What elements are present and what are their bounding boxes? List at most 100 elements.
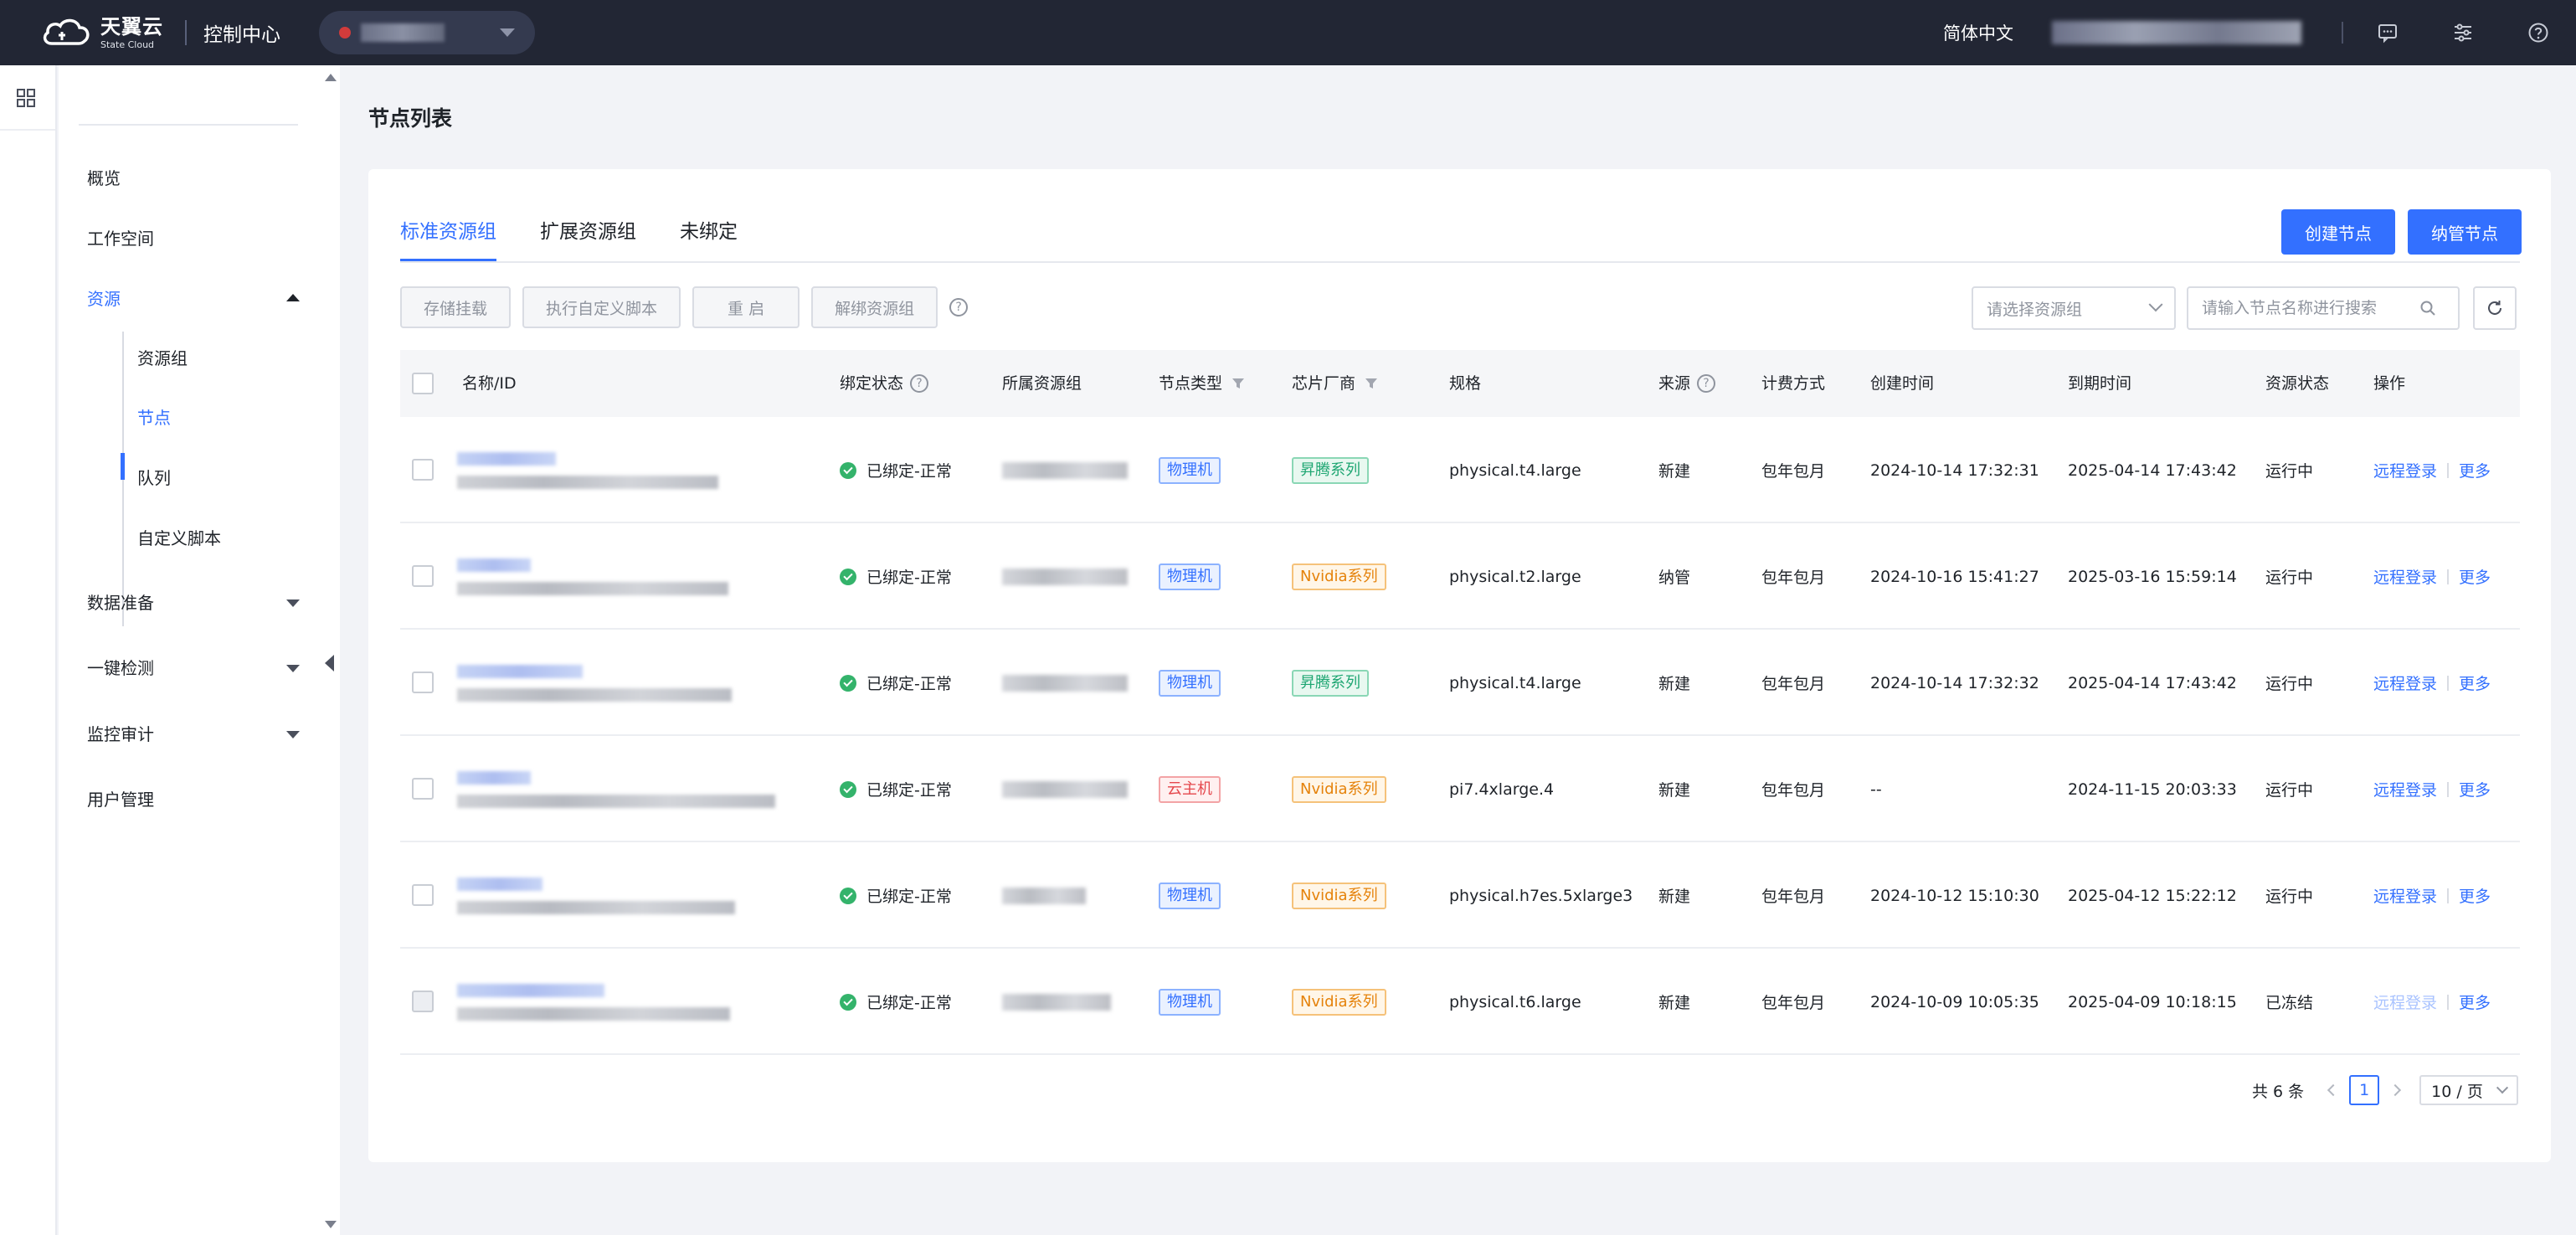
collapse-sidebar-icon[interactable] (325, 655, 334, 672)
more-link[interactable]: 更多 (2459, 778, 2491, 800)
row-actions: 远程登录 更多 (2373, 523, 2491, 630)
row-checkbox[interactable] (412, 991, 434, 1012)
sidebar-menu: 概览 工作空间 资源 资源组 节点 队列 自定义脚本 数据准备 一键检测 监控审… (59, 65, 340, 1235)
resource-group-select[interactable]: 请选择资源组 (1972, 286, 2176, 330)
check-circle-icon (840, 993, 856, 1011)
expire-time: 2025-04-14 17:43:42 (2068, 673, 2237, 692)
node-name-id-redacted[interactable] (457, 665, 732, 702)
tab-extended-resource-group[interactable]: 扩展资源组 (540, 209, 636, 260)
language-switch[interactable]: 简体中文 (1943, 20, 2013, 45)
sidebar-item-data-prep[interactable]: 数据准备 (87, 586, 338, 620)
remote-login-link[interactable]: 远程登录 (2373, 991, 2437, 1013)
sidebar-item-label: 监控审计 (87, 724, 154, 744)
node-name-id-redacted[interactable] (457, 984, 730, 1021)
bind-status-text: 已绑定-正常 (866, 569, 952, 587)
logo-english: State Cloud (100, 39, 155, 50)
grid-apps-icon[interactable] (15, 87, 37, 109)
filter-icon[interactable] (1364, 376, 1379, 391)
billing: 包年包月 (1761, 462, 1826, 481)
topbar-divider (185, 20, 187, 45)
table-row[interactable]: 已绑定-正常 物理机 Nvidia系列 physical.t6.large 新建 包年包月… (400, 949, 2520, 1055)
page-1-button[interactable]: 1 (2349, 1075, 2380, 1105)
remote-login-link[interactable]: 远程登录 (2373, 778, 2437, 800)
billing: 包年包月 (1761, 675, 1826, 693)
tab-unbound[interactable]: 未绑定 (680, 209, 738, 260)
sidebar-item-label: 一键检测 (87, 658, 154, 678)
search-icon[interactable] (2419, 300, 2436, 316)
submenu-active-marker (121, 453, 125, 480)
table-row[interactable]: 已绑定-正常 物理机 Nvidia系列 physical.t2.large 纳管 包年包月… (400, 523, 2520, 630)
remote-login-link[interactable]: 远程登录 (2373, 459, 2437, 481)
page-size-select[interactable]: 10 / 页 (2419, 1075, 2519, 1105)
node-name-id-redacted[interactable] (457, 452, 718, 489)
sidebar-item-monitoring-audit[interactable]: 监控审计 (87, 718, 338, 751)
run-custom-script-button[interactable]: 执行自定义脚本 (522, 286, 681, 328)
check-circle-icon (840, 780, 856, 798)
restart-button[interactable]: 重 启 (692, 286, 800, 328)
more-link[interactable]: 更多 (2459, 459, 2491, 481)
refresh-button[interactable] (2473, 286, 2517, 330)
side-rail (0, 65, 57, 1235)
logo[interactable]: 天翼云 State Cloud (40, 15, 163, 50)
search-input[interactable] (2202, 299, 2419, 317)
manage-node-button[interactable]: 纳管节点 (2408, 209, 2522, 255)
row-checkbox[interactable] (412, 459, 434, 481)
select-all-checkbox[interactable] (412, 373, 434, 394)
node-name-id-redacted[interactable] (457, 877, 735, 914)
bind-status: 已绑定-正常 (840, 736, 952, 842)
remote-login-link[interactable]: 远程登录 (2373, 565, 2437, 588)
prev-page-icon[interactable] (2327, 1083, 2340, 1097)
help-icon[interactable]: ? (910, 374, 929, 393)
filter-icon[interactable] (1231, 376, 1246, 391)
spec: physical.h7es.5xlarge3 (1449, 886, 1633, 905)
settings-sliders-icon[interactable] (2450, 20, 2476, 45)
help-icon[interactable]: ? (949, 298, 969, 316)
help-icon[interactable]: ? (1697, 374, 1716, 393)
sidebar-item-resources[interactable]: 资源 (87, 282, 338, 316)
node-name-id-redacted[interactable] (457, 558, 728, 595)
remote-login-link[interactable]: 远程登录 (2373, 884, 2437, 907)
sidebar-subitem-nodes[interactable]: 节点 (137, 401, 171, 435)
next-page-icon[interactable] (2389, 1083, 2402, 1097)
region-selector[interactable] (319, 11, 535, 54)
create-node-button[interactable]: 创建节点 (2281, 209, 2395, 255)
chip-vendor-tag: Nvidia系列 (1292, 882, 1386, 909)
table-row[interactable]: 已绑定-正常 物理机 昇腾系列 physical.t4.large 新建 包年包月 2024… (400, 630, 2520, 736)
menu-scroll-up-icon[interactable] (325, 74, 337, 81)
chevron-down-icon (286, 731, 300, 738)
remote-login-link[interactable]: 远程登录 (2373, 672, 2437, 694)
sidebar-subitem-resource-group[interactable]: 资源组 (137, 342, 188, 375)
sidebar-subitem-custom-script[interactable]: 自定义脚本 (137, 522, 221, 555)
billing: 包年包月 (1761, 781, 1826, 800)
more-link[interactable]: 更多 (2459, 991, 2491, 1013)
row-checkbox[interactable] (412, 778, 434, 800)
created-time: 2024-10-12 15:10:30 (1870, 886, 2039, 905)
row-checkbox[interactable] (412, 565, 434, 587)
storage-mount-button[interactable]: 存储挂载 (400, 286, 512, 328)
sidebar-item-workspace[interactable]: 工作空间 (87, 222, 338, 255)
node-type: 物理机 (1159, 417, 1221, 523)
console-title[interactable]: 控制中心 (203, 18, 280, 47)
sidebar-item-user-management[interactable]: 用户管理 (87, 783, 338, 816)
sidebar-subitem-queue[interactable]: 队列 (137, 461, 171, 495)
message-icon[interactable] (2375, 20, 2400, 45)
table-row[interactable]: 已绑定-正常 物理机 昇腾系列 physical.t4.large 新建 包年包月 2024… (400, 417, 2520, 523)
more-link[interactable]: 更多 (2459, 565, 2491, 588)
tab-standard-resource-group[interactable]: 标准资源组 (400, 209, 496, 261)
chip-vendor: Nvidia系列 (1292, 842, 1386, 949)
help-icon[interactable] (2526, 20, 2551, 45)
table-row[interactable]: 已绑定-正常 物理机 Nvidia系列 physical.h7es.5xlarge3 新… (400, 842, 2520, 949)
more-link[interactable]: 更多 (2459, 884, 2491, 907)
resource-status: 已冻结 (2265, 994, 2314, 1012)
row-checkbox[interactable] (412, 672, 434, 693)
unbind-resource-group-button[interactable]: 解绑资源组 (811, 286, 938, 328)
node-name-id-redacted[interactable] (457, 771, 775, 808)
row-checkbox[interactable] (412, 884, 434, 906)
table-row[interactable]: 已绑定-正常 云主机 Nvidia系列 pi7.4xlarge.4 新建 包年包月 -- 20… (400, 736, 2520, 842)
sidebar-item-one-click-check[interactable]: 一键检测 (87, 651, 338, 685)
account-info-redacted[interactable] (2052, 21, 2301, 44)
sidebar-item-overview[interactable]: 概览 (87, 162, 338, 195)
source: 新建 (1658, 675, 1691, 693)
more-link[interactable]: 更多 (2459, 672, 2491, 694)
menu-scroll-down-icon[interactable] (325, 1221, 337, 1228)
